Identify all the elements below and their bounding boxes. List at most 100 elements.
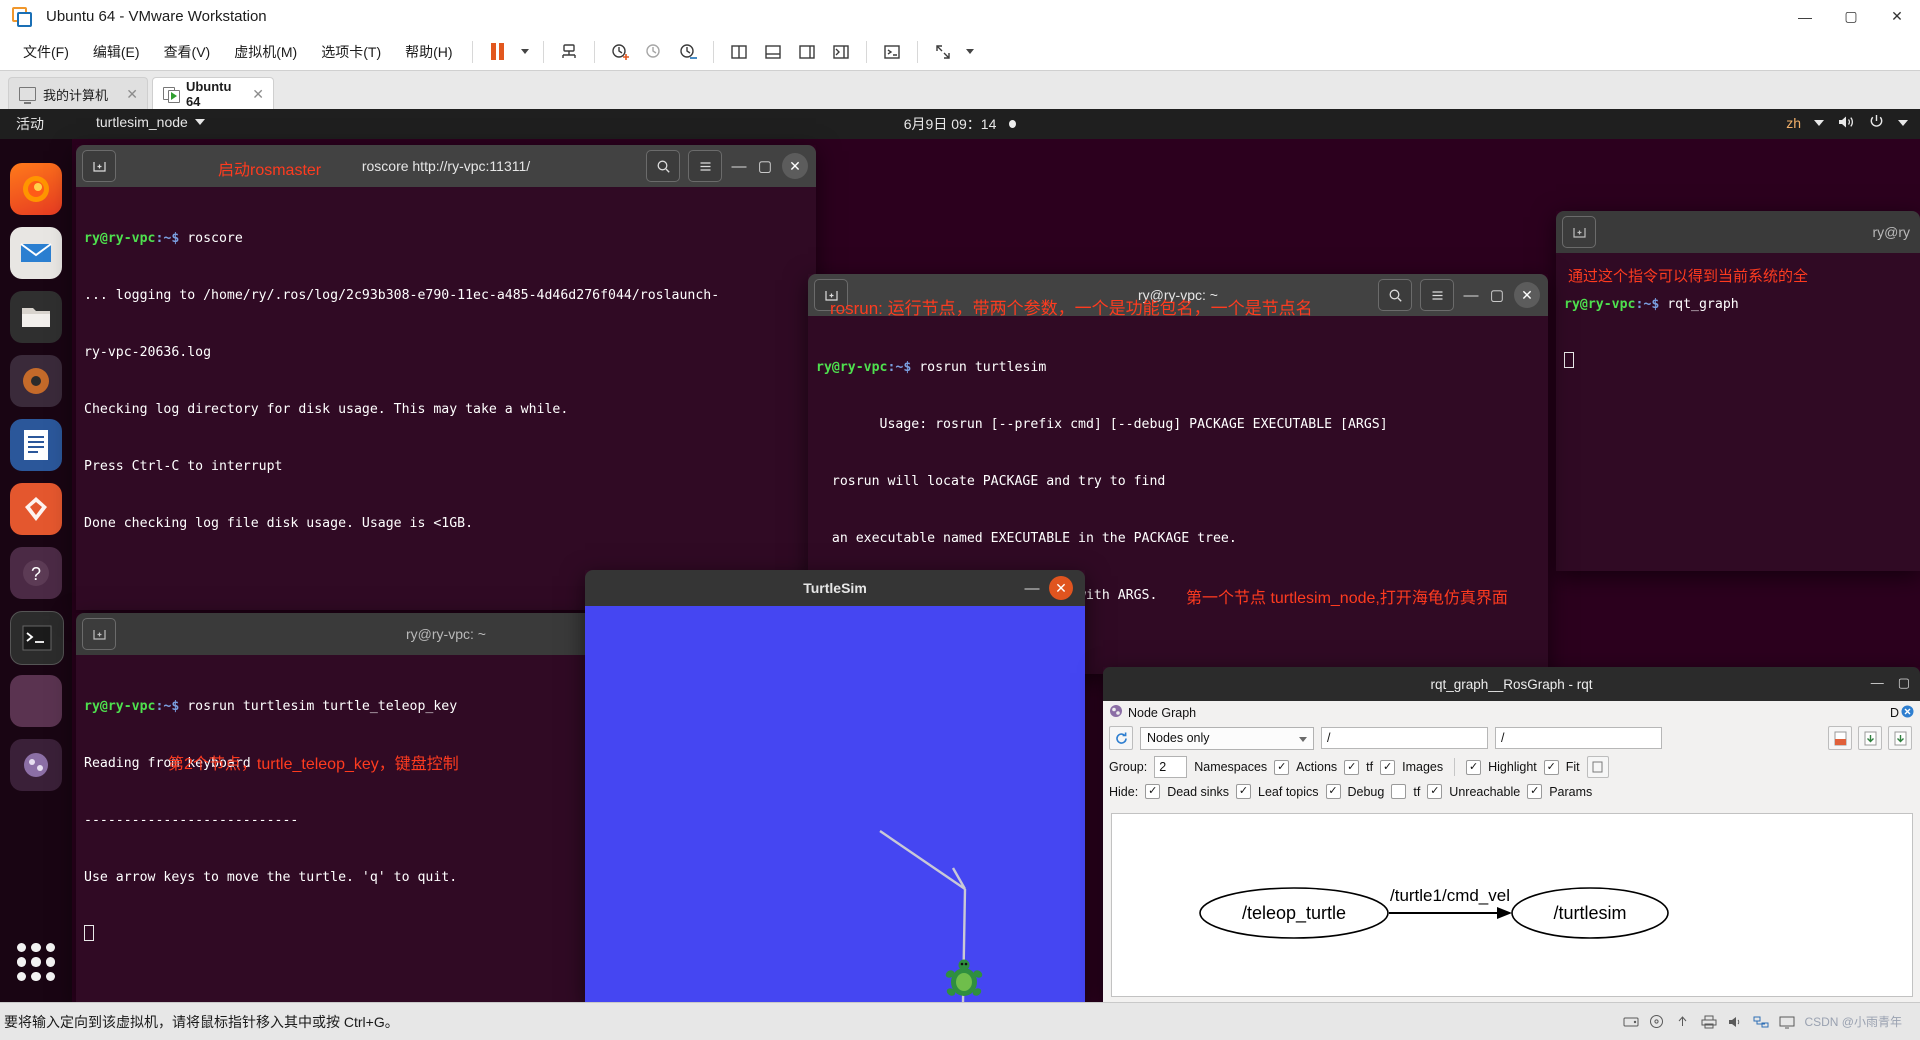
- dock-item-libreoffice-writer[interactable]: [10, 419, 62, 471]
- menu-edit[interactable]: 编辑(E): [82, 39, 151, 65]
- snapshot-manager-button[interactable]: [671, 38, 705, 66]
- fullscreen-caret-icon[interactable]: [960, 38, 980, 66]
- graph-type-select[interactable]: Nodes only: [1140, 726, 1314, 750]
- take-snapshot-button[interactable]: [603, 38, 637, 66]
- topic-filter-input[interactable]: /: [1321, 727, 1488, 749]
- minimize-icon[interactable]: —: [1871, 675, 1884, 691]
- show-thumbnail-button[interactable]: [790, 38, 824, 66]
- display-icon[interactable]: [1778, 1014, 1795, 1029]
- turtlesim-canvas[interactable]: [585, 606, 1085, 1002]
- usb-icon[interactable]: [1674, 1014, 1691, 1029]
- search-button[interactable]: [646, 150, 680, 182]
- network-icon[interactable]: [1752, 1014, 1769, 1029]
- dock-item-terminal[interactable]: [10, 611, 64, 665]
- manage-snapshot-button[interactable]: [552, 38, 586, 66]
- dock-item-active-window[interactable]: [10, 675, 62, 727]
- show-applications-button[interactable]: [14, 940, 58, 984]
- node-filter-input[interactable]: /: [1495, 727, 1662, 749]
- refresh-button[interactable]: [1109, 726, 1133, 750]
- dock-item-rhythmbox[interactable]: [10, 355, 62, 407]
- terminal-rosrun-titlebar[interactable]: ry@ry-vpc: ~ — ▢ ✕ rosrun: 运行节点，带两个参数，一个…: [808, 274, 1548, 318]
- minimize-icon[interactable]: —: [1462, 286, 1480, 304]
- new-tab-button[interactable]: [82, 150, 116, 182]
- hamburger-menu-button[interactable]: [688, 150, 722, 182]
- tab-ubuntu-64[interactable]: Ubuntu 64 ✕: [152, 77, 274, 110]
- maximize-icon[interactable]: ▢: [756, 157, 774, 175]
- terminal-window-roscore[interactable]: roscore http://ry-vpc:11311/ — ▢ ✕ 启动ros…: [76, 145, 816, 610]
- hide-panel-button[interactable]: [824, 38, 858, 66]
- show-console-view-button[interactable]: [722, 38, 756, 66]
- terminal-roscore-titlebar[interactable]: roscore http://ry-vpc:11311/ — ▢ ✕ 启动ros…: [76, 145, 816, 187]
- cd-drive-icon[interactable]: [1648, 1014, 1665, 1029]
- save-dot-button[interactable]: [1858, 726, 1882, 750]
- menubar-divider-1: [471, 40, 473, 63]
- checkbox-images[interactable]: [1380, 759, 1396, 775]
- turtlesim-titlebar[interactable]: TurtleSim — ✕: [585, 570, 1085, 606]
- menu-tabs[interactable]: 选项卡(T): [310, 39, 392, 65]
- menu-help[interactable]: 帮助(H): [394, 39, 463, 65]
- rqt-dock-letter: D: [1889, 705, 1899, 720]
- dock-item-rqt[interactable]: [10, 739, 62, 791]
- checkbox-fit[interactable]: [1543, 759, 1559, 775]
- fullscreen-button[interactable]: [926, 38, 960, 66]
- sound-icon[interactable]: [1726, 1014, 1743, 1029]
- close-icon[interactable]: ✕: [1514, 282, 1540, 308]
- maximize-icon[interactable]: ▢: [1898, 675, 1910, 691]
- hard-disk-icon[interactable]: [1622, 1014, 1639, 1029]
- window-maximize-button[interactable]: ▢: [1828, 0, 1874, 33]
- checkbox-dead-sinks[interactable]: [1145, 784, 1161, 799]
- group-spinner[interactable]: 2: [1154, 756, 1188, 778]
- search-button[interactable]: [1378, 279, 1412, 311]
- dock-item-help[interactable]: ?: [10, 547, 62, 599]
- maximize-icon[interactable]: ▢: [1488, 286, 1506, 304]
- fit-in-view-button[interactable]: [1586, 756, 1609, 778]
- close-icon[interactable]: ✕: [782, 153, 808, 179]
- tab-close-icon[interactable]: ✕: [123, 86, 141, 103]
- window-minimize-button[interactable]: —: [1782, 0, 1828, 33]
- dock-item-firefox[interactable]: [10, 163, 62, 215]
- rqt-panel-close-icon[interactable]: [1901, 705, 1914, 721]
- checkbox-actions[interactable]: [1274, 759, 1290, 775]
- tab-my-computer[interactable]: 我的计算机 ✕: [8, 77, 148, 110]
- rqt-panel-title: Node Graph: [1128, 705, 1197, 720]
- terminal-roscore-output[interactable]: ry@ry-vpc:~$ roscore ... logging to /hom…: [76, 187, 816, 610]
- hamburger-menu-button[interactable]: [1420, 279, 1454, 311]
- checkbox-highlight[interactable]: [1466, 759, 1482, 775]
- turtlesim-window[interactable]: TurtleSim — ✕: [585, 570, 1085, 1002]
- checkbox-tf[interactable]: [1344, 759, 1360, 775]
- dock-item-ubuntu-software[interactable]: [10, 483, 62, 535]
- close-icon[interactable]: ✕: [1049, 576, 1073, 600]
- checkbox-hide-tf[interactable]: [1391, 784, 1407, 799]
- terminal-rqt-titlebar[interactable]: ry@ry: [1556, 211, 1920, 253]
- window-close-button[interactable]: ✕: [1874, 0, 1920, 33]
- tab-close-icon[interactable]: ✕: [249, 86, 267, 103]
- save-image-button[interactable]: [1888, 726, 1912, 750]
- checkbox-debug[interactable]: [1325, 784, 1341, 799]
- system-indicators[interactable]: zh: [1786, 113, 1908, 133]
- power-dropdown-caret-icon[interactable]: [515, 38, 535, 66]
- checkbox-params[interactable]: [1527, 784, 1543, 799]
- menu-file[interactable]: 文件(F): [12, 39, 80, 65]
- minimize-icon[interactable]: —: [1023, 579, 1041, 597]
- checkbox-leaf-topics[interactable]: [1236, 784, 1252, 799]
- rqt-graph-window[interactable]: rqt_graph__RosGraph - rqt — ▢ Node Graph…: [1103, 667, 1920, 1002]
- pause-vm-button[interactable]: [481, 38, 515, 66]
- rqt-titlebar[interactable]: rqt_graph__RosGraph - rqt — ▢: [1103, 667, 1920, 701]
- console-terminal-button[interactable]: [875, 38, 909, 66]
- terminal-window-rqtgraph[interactable]: ry@ry ry@ry-vpc:~$ rqt_graph 通过这个指令可以得到当…: [1556, 211, 1920, 571]
- checkbox-unreachable[interactable]: [1427, 784, 1443, 799]
- new-tab-button[interactable]: [82, 618, 116, 650]
- new-tab-button[interactable]: [1562, 216, 1596, 248]
- printer-icon[interactable]: [1700, 1014, 1717, 1029]
- minimize-icon[interactable]: —: [730, 157, 748, 175]
- menu-view[interactable]: 查看(V): [153, 39, 222, 65]
- clock[interactable]: 6月9日 09：14: [0, 114, 1920, 134]
- menu-vm[interactable]: 虚拟机(M): [223, 39, 308, 65]
- dock-item-thunderbird[interactable]: [10, 227, 62, 279]
- load-dot-button[interactable]: [1828, 726, 1852, 750]
- show-library-button[interactable]: [756, 38, 790, 66]
- dock-item-files[interactable]: [10, 291, 62, 343]
- revert-snapshot-button[interactable]: [637, 38, 671, 66]
- terminal-rqt-output[interactable]: ry@ry-vpc:~$ rqt_graph 通过这个指令可以得到当前系统的全: [1556, 253, 1920, 571]
- rqt-graph-canvas[interactable]: /teleop_turtle /turtle1/cmd_vel /turtles…: [1111, 813, 1913, 997]
